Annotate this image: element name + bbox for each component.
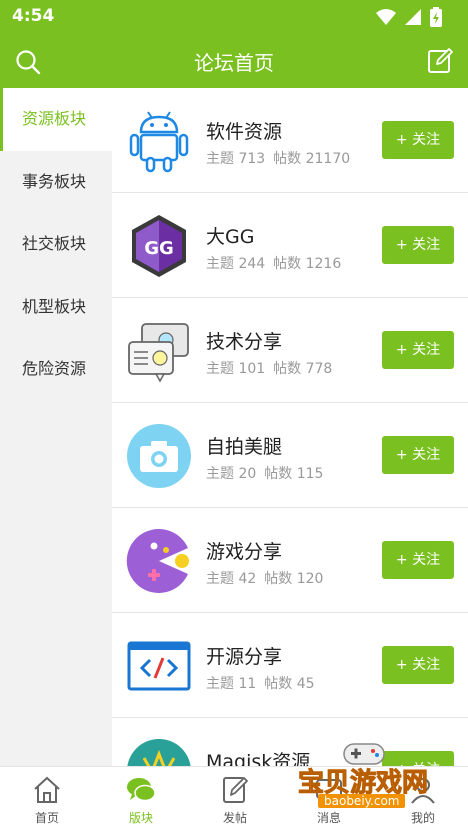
sidebar-item-label: 事务板块: [22, 171, 87, 191]
tab-label: 版块: [128, 811, 153, 825]
page-title: 论坛首页: [194, 51, 274, 75]
follow-button[interactable]: + 关注: [382, 541, 454, 579]
forum-row[interactable]: 软件资源 主题 713 帖数 21170 + 关注: [112, 88, 468, 193]
topic-count: 主题 20: [206, 466, 257, 482]
forum-stats: 主题 101 帖数 778: [206, 358, 332, 378]
follow-button[interactable]: + 关注: [382, 226, 454, 264]
sidebar-item-label: 机型板块: [22, 296, 87, 316]
forum-stats: 主题 20 帖数 115: [206, 463, 323, 483]
forum-stats: 主题 11 帖数 45: [206, 673, 315, 693]
follow-button[interactable]: + 关注: [382, 436, 454, 474]
forum-name: 大GG: [206, 226, 255, 248]
post-count: 帖数 120: [264, 571, 324, 587]
post-count: 帖数 45: [264, 676, 315, 692]
gg-icon: GG: [132, 215, 186, 277]
signal-icon: [405, 9, 421, 25]
forum-row[interactable]: 技术分享 主题 101 帖数 778 + 关注: [112, 298, 468, 403]
sidebar-item-label: 社交板块: [22, 234, 87, 253]
forum-name: 技术分享: [206, 331, 283, 353]
forum-name: 游戏分享: [206, 541, 283, 563]
forum-row[interactable]: 开源分享 主题 11 帖数 45 + 关注: [112, 613, 468, 718]
forum-row[interactable]: GG 大GG 主题 244 帖数 1216 + 关注: [112, 193, 468, 298]
topic-count: 主题 244: [206, 256, 266, 272]
forum-stats: 主题 713 帖数 21170: [206, 148, 350, 168]
post-count: 帖数 21170: [273, 151, 351, 167]
forum-name: 软件资源: [206, 121, 283, 143]
post-count: 帖数 778: [273, 361, 333, 377]
topic-count: 主题 101: [206, 361, 266, 377]
topic-count: 主题 11: [206, 676, 257, 692]
sidebar-item-models[interactable]: 机型板块: [0, 276, 112, 339]
forum-name: 开源分享: [206, 646, 283, 668]
pacman-icon: [126, 529, 189, 593]
topic-count: 主题 42: [206, 571, 257, 587]
post-count: 帖数 1216: [273, 256, 342, 272]
svg-text:GG: GG: [144, 238, 174, 259]
watermark-url: baobeiy.com: [318, 794, 406, 808]
sidebar-item-label: 资源板块: [22, 109, 87, 128]
sidebar-item-dangerous[interactable]: 危险资源: [0, 338, 112, 401]
forum-stats: 主题 42 帖数 120: [206, 568, 323, 588]
status-bar: 4:54: [0, 0, 468, 34]
tab-home[interactable]: 首页: [0, 767, 94, 832]
follow-button[interactable]: + 关注: [382, 646, 454, 684]
follow-button[interactable]: + 关注: [382, 331, 454, 369]
chat-icon: [127, 778, 156, 802]
tab-forums[interactable]: 版块: [94, 767, 188, 832]
forum-stats: 主题 244 帖数 1216: [206, 253, 341, 273]
forum-row[interactable]: 游戏分享 主题 42 帖数 120 + 关注: [112, 508, 468, 613]
compose-icon: [223, 777, 248, 803]
edit-icon[interactable]: [426, 47, 454, 75]
app-header: 论坛首页: [0, 34, 468, 88]
status-time: 4:54: [12, 6, 55, 26]
follow-button[interactable]: + 关注: [382, 121, 454, 159]
forum-list: 软件资源 主题 713 帖数 21170 + 关注 GG 大GG 主题 244 帖数…: [112, 88, 468, 766]
tab-label: 发帖: [222, 811, 247, 825]
topic-count: 主题 713: [206, 151, 266, 167]
status-icons: [376, 7, 442, 27]
android-icon: [129, 111, 189, 173]
forum-row[interactable]: 自拍美腿 主题 20 帖数 115 + 关注: [112, 403, 468, 508]
chat-bubbles-icon: [128, 323, 189, 383]
tab-label: 首页: [34, 811, 59, 825]
code-window-icon: [127, 641, 191, 691]
post-count: 帖数 115: [264, 466, 324, 482]
forum-name: 自拍美腿: [206, 436, 283, 458]
sidebar-item-social[interactable]: 社交板块: [0, 213, 112, 276]
tab-compose[interactable]: 发帖: [188, 767, 282, 832]
wifi-icon: [376, 9, 396, 25]
category-sidebar: 资源板块 事务板块 社交板块 机型板块 危险资源: [0, 88, 112, 766]
home-icon: [34, 776, 60, 803]
camera-icon: [127, 424, 191, 488]
sidebar-item-label: 危险资源: [22, 359, 87, 378]
magisk-icon: [127, 739, 191, 766]
sidebar-item-resources[interactable]: 资源板块: [0, 88, 112, 151]
site-watermark: 宝贝游戏网 baobeiy.com: [290, 740, 460, 820]
battery-icon: [430, 7, 442, 27]
sidebar-item-affairs[interactable]: 事务板块: [0, 151, 112, 214]
